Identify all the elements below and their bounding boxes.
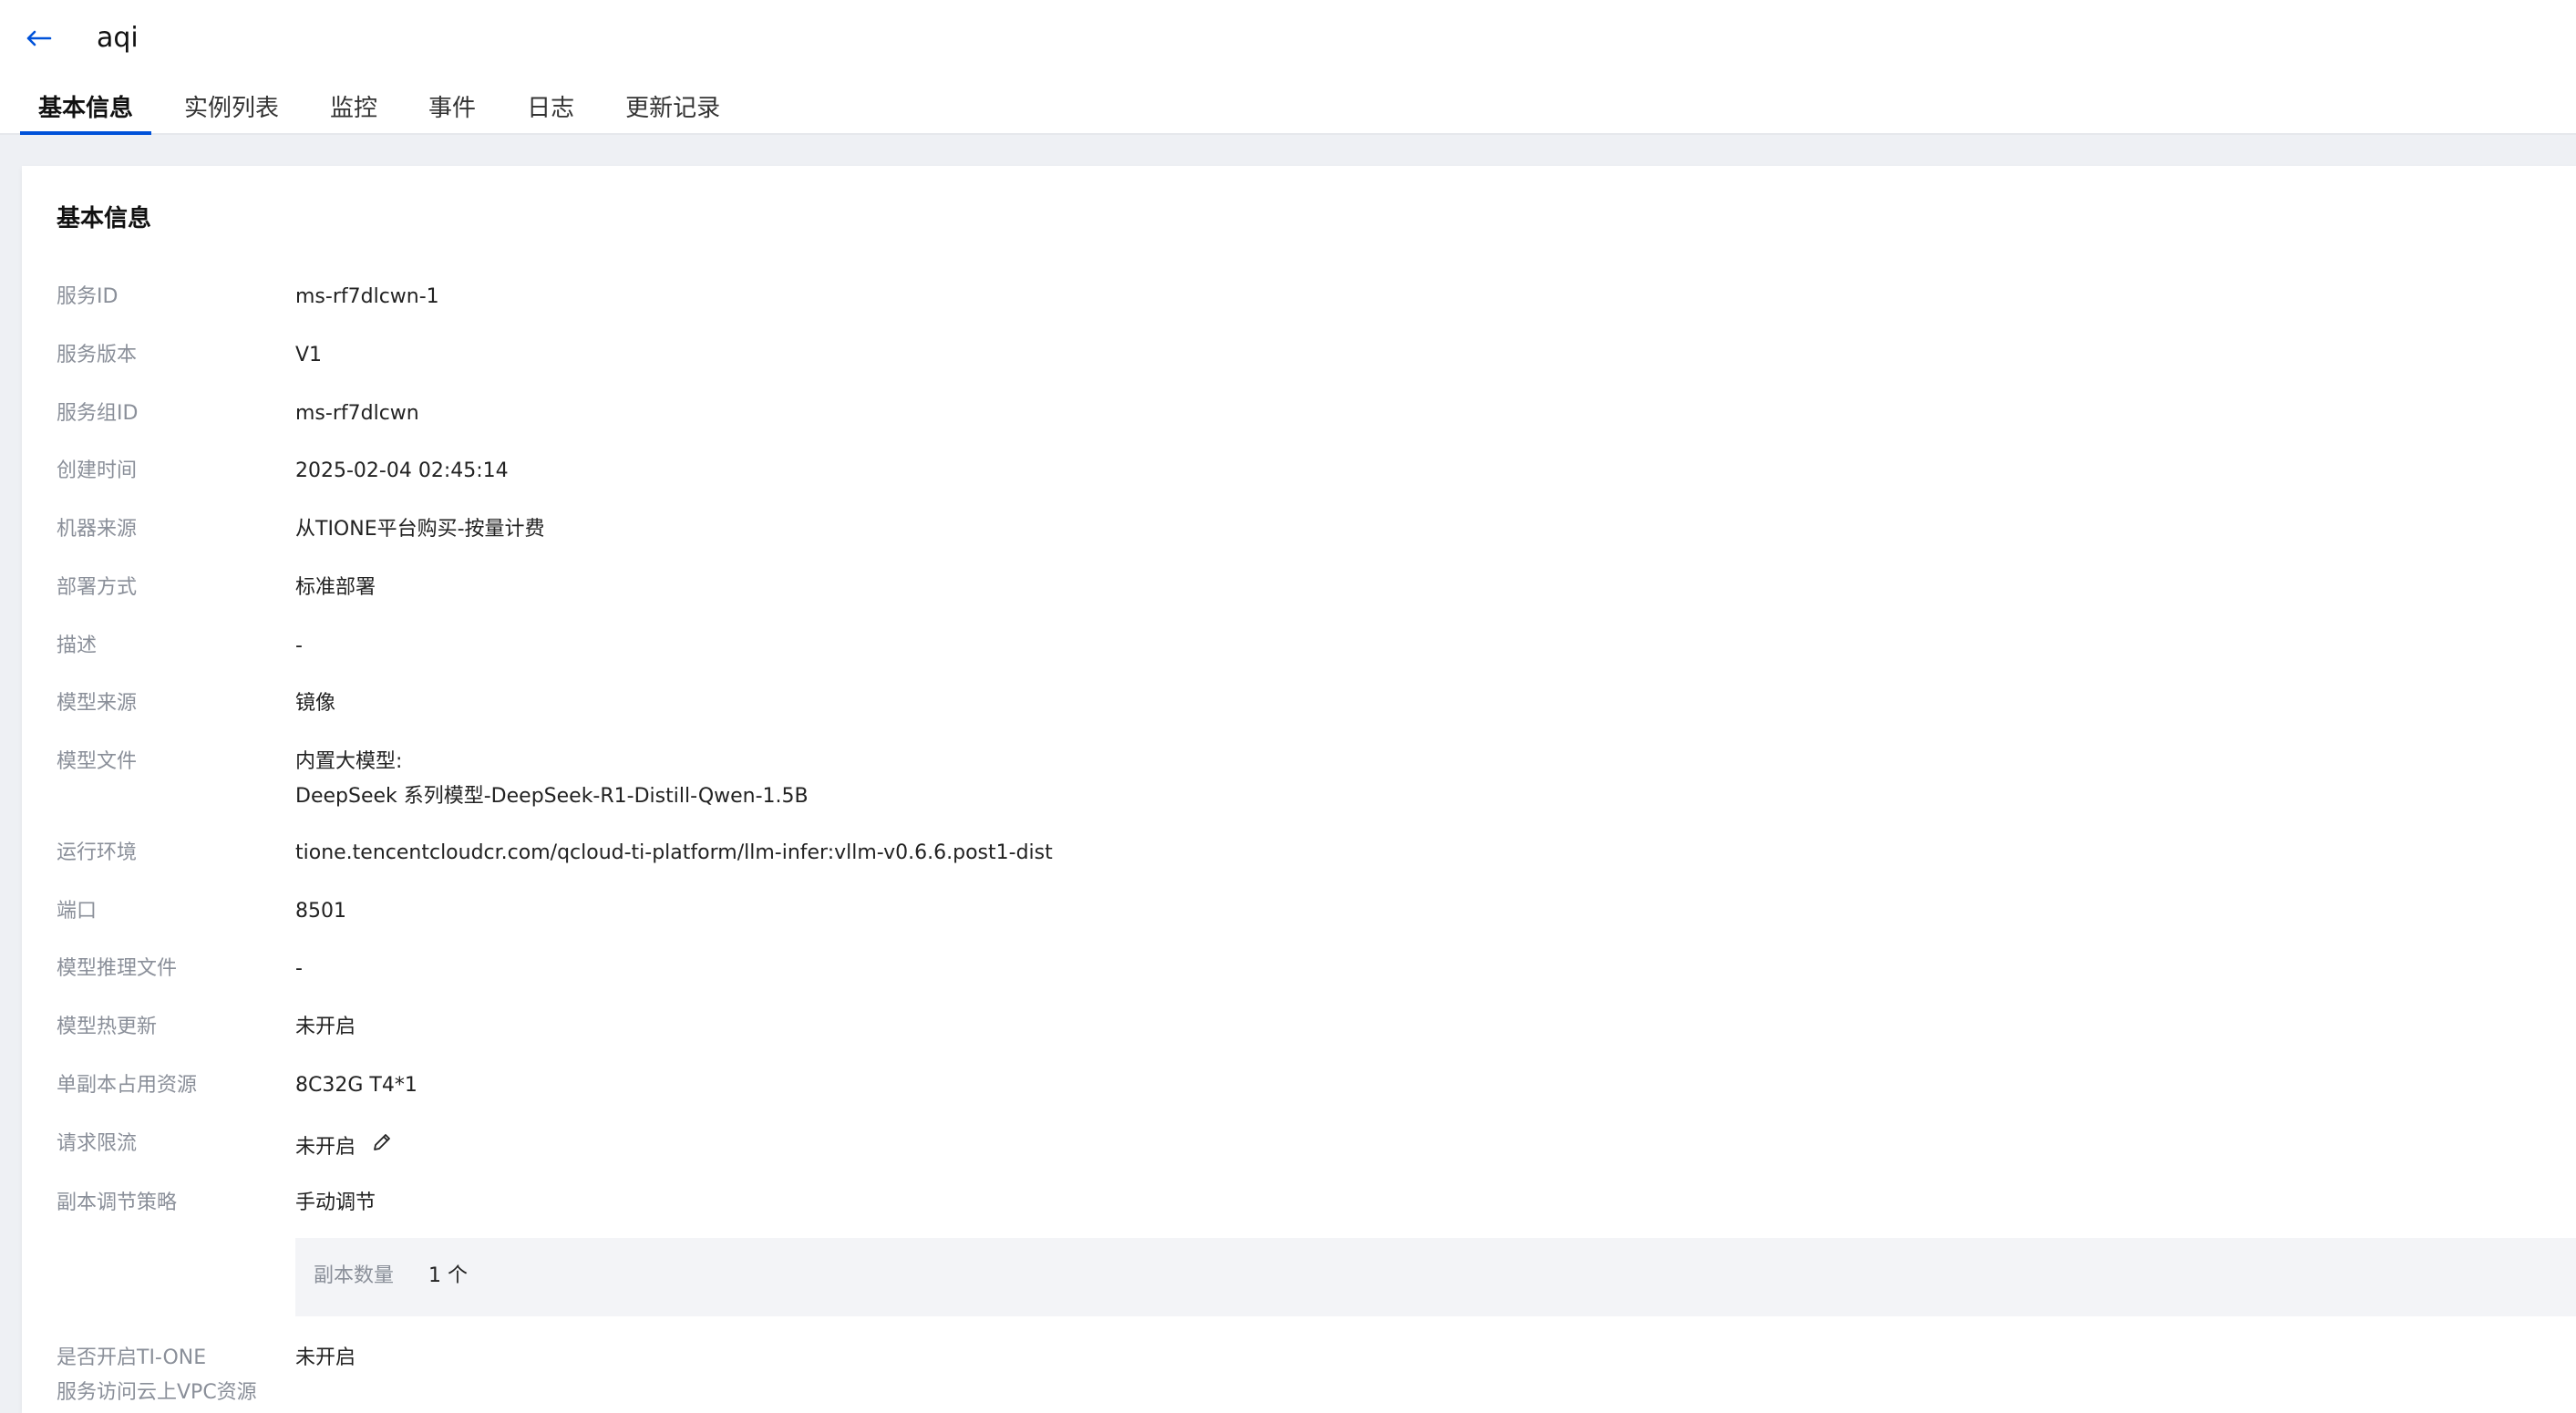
info-label-line2: 服务访问云上VPC资源 — [57, 1381, 257, 1404]
info-value: - — [295, 957, 303, 980]
info-label: 创建时间 — [57, 459, 138, 482]
info-label: 运行环境 — [57, 841, 138, 864]
tab-update-history[interactable]: 更新记录 — [607, 86, 738, 133]
info-label: 模型文件 — [57, 750, 138, 773]
info-value: 8C32G T4*1 — [295, 1074, 417, 1097]
info-value: V1 — [295, 344, 323, 366]
info-value: - — [295, 634, 303, 657]
info-value: 8501 — [295, 900, 346, 923]
info-label: 部署方式 — [57, 576, 138, 599]
info-value: 标准部署 — [295, 576, 376, 599]
page-header: aqi 基本信息 实例列表 监控 事件 日志 更新记录 — [0, 0, 2576, 135]
info-value: 从TIONE平台购买-按量计费 — [295, 518, 545, 541]
info-label: 描述 — [57, 634, 98, 657]
info-label: 服务ID — [57, 285, 118, 308]
back-button[interactable] — [20, 20, 57, 57]
basic-info-card: 基本信息 服务ID ms-rf7dlcwn-1 服务版本 V1 服务组ID ms… — [22, 166, 2576, 1413]
arrow-left-icon — [26, 30, 52, 46]
info-value: tione.tencentcloudcr.com/qcloud-ti-platf… — [295, 841, 1053, 864]
info-label: 请求限流 — [57, 1132, 138, 1155]
info-value: 未开启 — [295, 1346, 356, 1369]
info-label: 模型来源 — [57, 692, 138, 715]
info-label: 服务组ID — [57, 402, 139, 425]
info-label: 模型推理文件 — [57, 957, 178, 980]
tab-monitoring[interactable]: 监控 — [312, 86, 396, 133]
info-label: 副本调节策略 — [57, 1191, 178, 1214]
tab-instance-list[interactable]: 实例列表 — [166, 86, 297, 133]
replica-count-label: 副本数量 — [314, 1264, 395, 1287]
pencil-icon[interactable] — [371, 1131, 393, 1164]
tab-logs[interactable]: 日志 — [509, 86, 592, 133]
replica-count-value: 1 个 — [428, 1264, 468, 1287]
info-value: 2025-02-04 02:45:14 — [295, 459, 509, 482]
replica-count-box: 副本数量 1 个 — [295, 1238, 2576, 1316]
tab-bar: 基本信息 实例列表 监控 事件 日志 更新记录 — [20, 86, 753, 135]
info-value: ms-rf7dlcwn-1 — [295, 285, 439, 308]
info-label: 端口 — [57, 900, 98, 923]
info-label: 服务版本 — [57, 344, 138, 366]
info-value: 内置大模型: — [295, 750, 403, 773]
tab-events[interactable]: 事件 — [410, 86, 494, 133]
section-title: 基本信息 — [57, 205, 152, 232]
info-value: 手动调节 — [295, 1191, 376, 1214]
info-value: 镜像 — [295, 692, 336, 715]
info-value-line2: DeepSeek 系列模型-DeepSeek-R1-Distill-Qwen-1… — [295, 785, 809, 808]
page-title: aqi — [97, 22, 139, 54]
info-value: 未开启 — [295, 1136, 356, 1159]
tab-basic-info[interactable]: 基本信息 — [20, 86, 152, 135]
info-label: 是否开启TI-ONE — [57, 1346, 207, 1369]
info-label: 单副本占用资源 — [57, 1074, 198, 1097]
info-value: ms-rf7dlcwn — [295, 402, 419, 425]
info-value-group: 未开启 — [295, 1131, 393, 1164]
info-label: 机器来源 — [57, 518, 138, 541]
info-label: 模型热更新 — [57, 1016, 158, 1038]
info-value: 未开启 — [295, 1016, 356, 1038]
